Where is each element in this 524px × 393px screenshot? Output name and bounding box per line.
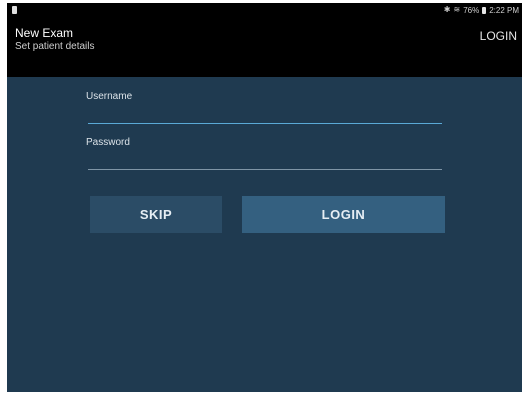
login-form: Username Password SKIP LOGIN — [7, 77, 522, 392]
battery-icon — [482, 6, 487, 14]
appbar-login-button[interactable]: LOGIN — [480, 29, 517, 43]
skip-button[interactable]: SKIP — [90, 196, 222, 233]
wifi-icon: ≋ — [453, 5, 461, 14]
notification-icon — [12, 6, 17, 14]
username-input[interactable] — [88, 105, 442, 121]
clock: 2:22 PM — [489, 5, 519, 15]
page-subtitle: Set patient details — [15, 41, 95, 52]
app-bar: New Exam Set patient details LOGIN — [7, 17, 522, 77]
status-right-group: ✱ ≋ 76% 2:22 PM — [444, 5, 519, 15]
status-bar: ✱ ≋ 76% 2:22 PM — [7, 3, 522, 17]
username-underline — [88, 123, 442, 124]
tablet-screen: ✱ ≋ 76% 2:22 PM New Exam Set patient det… — [7, 3, 522, 392]
page-title: New Exam — [15, 26, 74, 40]
username-label: Username — [86, 91, 133, 102]
password-label: Password — [86, 137, 130, 148]
login-button[interactable]: LOGIN — [242, 196, 445, 233]
bluetooth-icon: ✱ — [443, 5, 451, 14]
battery-percent: 76% — [463, 5, 480, 15]
password-underline — [88, 169, 442, 170]
password-input[interactable] — [88, 151, 442, 167]
